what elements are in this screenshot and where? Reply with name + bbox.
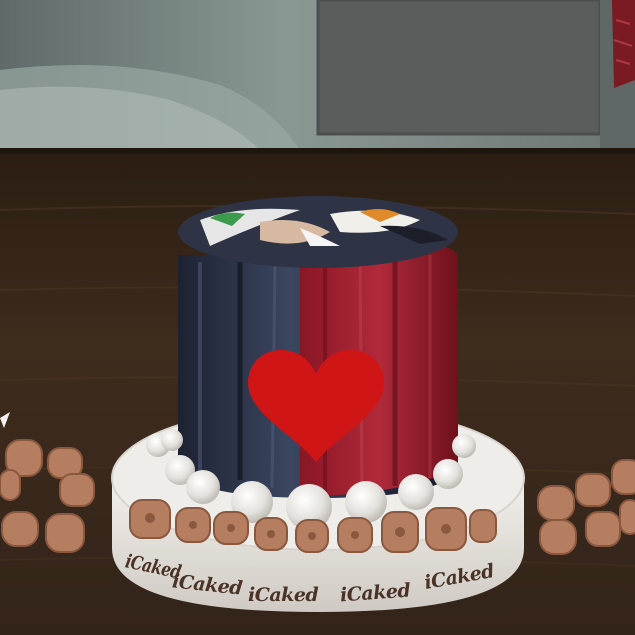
brand-label: iCaked — [248, 584, 319, 606]
scene-illustration — [0, 0, 635, 635]
background-wall — [0, 0, 635, 160]
virtual-cake-scene: iCaked iCaked iCaked iCaked iCaked — [0, 0, 635, 635]
cake-body — [178, 196, 458, 498]
